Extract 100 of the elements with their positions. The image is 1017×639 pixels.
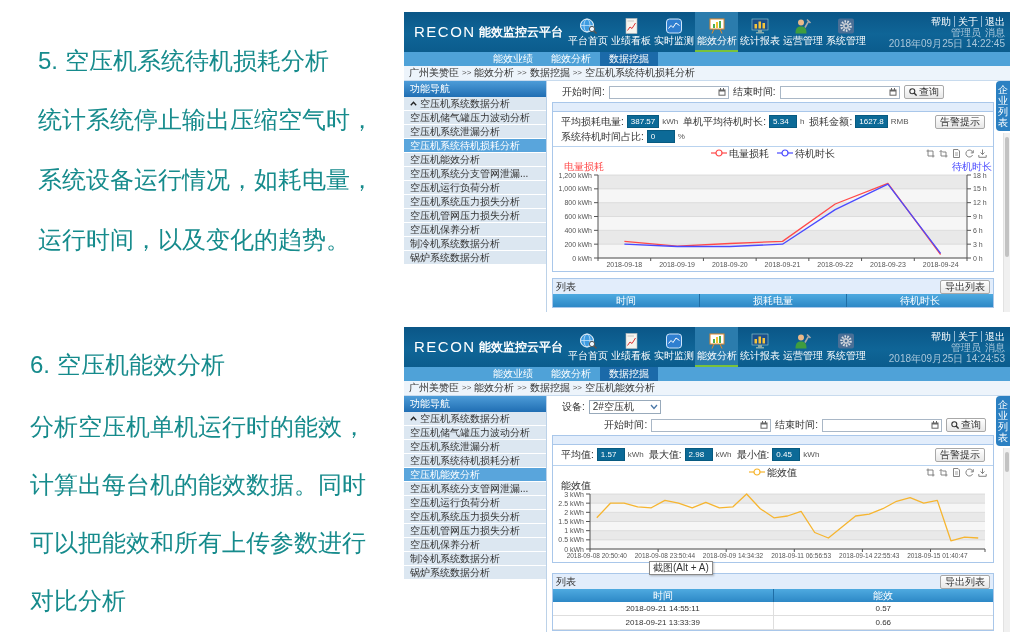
date-field[interactable] bbox=[822, 418, 942, 432]
legend-item[interactable]: 能效值 bbox=[749, 466, 797, 478]
document-icon[interactable] bbox=[952, 148, 961, 158]
search-button[interactable]: 查询 bbox=[903, 85, 944, 99]
nav-tab[interactable]: 统计报表 bbox=[738, 12, 781, 52]
breadcrumb-item[interactable]: 空压机系统待机损耗分析 bbox=[585, 67, 696, 79]
nav-tab[interactable]: 业绩看板 bbox=[609, 327, 652, 367]
sidebar-item[interactable]: 空压机运行负荷分析 bbox=[404, 181, 546, 195]
sidebar-item[interactable]: 空压机系统分支管网泄漏... bbox=[404, 482, 546, 496]
crop-icon[interactable] bbox=[926, 467, 935, 477]
device-select[interactable]: 2#空压机 bbox=[588, 400, 661, 414]
download-icon[interactable] bbox=[978, 148, 987, 158]
column-header: 能效 bbox=[772, 589, 993, 602]
header-link[interactable]: 帮助 bbox=[928, 15, 954, 27]
nav-tab[interactable]: 实时监测 bbox=[652, 327, 695, 367]
sidebar-item[interactable]: 空压机系统数据分析 bbox=[404, 97, 546, 111]
side-tab[interactable]: 企业列表 bbox=[996, 81, 1010, 131]
sidebar-item[interactable]: 空压机运行负荷分析 bbox=[404, 496, 546, 510]
gear-icon[interactable] bbox=[836, 18, 855, 34]
header-link[interactable]: 关于 bbox=[954, 330, 981, 342]
header-link[interactable]: 关于 bbox=[954, 15, 981, 27]
sidebar-item[interactable]: 空压机系统压力损失分析 bbox=[404, 195, 546, 209]
scrollbar-thumb[interactable] bbox=[1005, 452, 1009, 472]
sidebar-item[interactable]: 空压机系统泄漏分析 bbox=[404, 440, 546, 454]
breadcrumb-item[interactable]: 空压机能效分析 bbox=[585, 382, 656, 394]
nav-tab[interactable]: 统计报表 bbox=[738, 327, 781, 367]
side-tab[interactable]: 企业列表 bbox=[996, 396, 1010, 446]
nav-tab[interactable]: 平台首页 bbox=[566, 327, 609, 367]
messages-link[interactable]: 消息 bbox=[985, 26, 1005, 38]
nav-tab[interactable]: 运营管理 bbox=[781, 12, 824, 52]
sidebar-item[interactable]: 制冷机系统数据分析 bbox=[404, 237, 546, 251]
download-icon[interactable] bbox=[978, 467, 987, 477]
date-field[interactable] bbox=[779, 85, 900, 99]
nav-tab[interactable]: 能效分析 bbox=[695, 327, 738, 367]
breadcrumb-item[interactable]: 广州美赞臣 bbox=[409, 382, 459, 394]
export-button[interactable]: 导出列表 bbox=[940, 279, 990, 294]
header-link[interactable]: 退出 bbox=[981, 330, 1005, 342]
crop-undo-icon[interactable] bbox=[939, 148, 948, 158]
sidebar-item[interactable]: 空压机系统待机损耗分析 bbox=[404, 454, 546, 468]
alarm-button[interactable]: 告警提示 bbox=[935, 448, 985, 462]
breadcrumb-item[interactable]: 能效分析 bbox=[474, 382, 515, 394]
scrollbar-thumb[interactable] bbox=[1005, 137, 1009, 257]
globe-magnifier-icon[interactable] bbox=[578, 18, 597, 34]
nav-tab[interactable]: 业绩看板 bbox=[609, 12, 652, 52]
sidebar-item[interactable]: 空压机系统压力损失分析 bbox=[404, 510, 546, 524]
refresh-icon[interactable] bbox=[965, 148, 974, 158]
date-field[interactable] bbox=[608, 85, 729, 99]
monitor-chart-icon[interactable] bbox=[750, 333, 769, 349]
sidebar-item[interactable]: 空压机储气罐压力波动分析 bbox=[404, 426, 546, 440]
search-button[interactable]: 查询 bbox=[946, 418, 986, 432]
sidebar-item[interactable]: 空压机管网压力损失分析 bbox=[404, 209, 546, 223]
nav-tab[interactable]: 运营管理 bbox=[781, 327, 824, 367]
legend-item[interactable]: 待机时长 bbox=[777, 147, 835, 159]
nav-tab[interactable]: 平台首页 bbox=[566, 12, 609, 52]
screen-chart-icon[interactable] bbox=[664, 18, 683, 34]
crop-undo-icon[interactable] bbox=[939, 467, 948, 477]
presentation-board-icon[interactable] bbox=[707, 333, 726, 349]
sidebar-item[interactable]: 空压机系统数据分析 bbox=[404, 412, 546, 426]
person-wrench-icon[interactable] bbox=[793, 18, 812, 34]
tooltip: 截图(Alt + A) bbox=[649, 561, 713, 575]
screen-chart-icon[interactable] bbox=[664, 333, 683, 349]
globe-magnifier-icon[interactable] bbox=[578, 333, 597, 349]
sidebar-item[interactable]: 空压机储气罐压力波动分析 bbox=[404, 111, 546, 125]
sidebar-item[interactable]: 空压机保养分析 bbox=[404, 223, 546, 237]
sidebar-item[interactable]: 空压机能效分析 bbox=[404, 153, 546, 167]
breadcrumb-item[interactable]: 数据挖掘 bbox=[529, 382, 570, 394]
gear-icon[interactable] bbox=[836, 333, 855, 349]
subnav-tab[interactable]: 数据挖掘 bbox=[600, 52, 658, 66]
nav-tab[interactable]: 系统管理 bbox=[824, 12, 867, 52]
stat-value: 1627.8 bbox=[855, 115, 888, 128]
nav-tab[interactable]: 能效分析 bbox=[695, 12, 738, 52]
monitor-chart-icon[interactable] bbox=[750, 18, 769, 34]
sidebar-item[interactable]: 空压机管网压力损失分析 bbox=[404, 524, 546, 538]
header-link[interactable]: 退出 bbox=[981, 15, 1005, 27]
axis-title: 电量损耗 bbox=[564, 161, 604, 172]
sidebar-item[interactable]: 制冷机系统数据分析 bbox=[404, 552, 546, 566]
legend-item[interactable]: 电量损耗 bbox=[711, 147, 769, 159]
sidebar-item[interactable]: 空压机系统分支管网泄漏... bbox=[404, 167, 546, 181]
crop-icon[interactable] bbox=[926, 148, 935, 158]
export-button[interactable]: 导出列表 bbox=[940, 574, 990, 589]
slide-heading: 5. 空压机系统待机损耗分析 bbox=[38, 47, 330, 75]
nav-tab[interactable]: 系统管理 bbox=[824, 327, 867, 367]
refresh-icon[interactable] bbox=[965, 467, 974, 477]
person-wrench-icon[interactable] bbox=[793, 333, 812, 349]
breadcrumb-item[interactable]: 数据挖掘 bbox=[529, 67, 570, 79]
messages-link[interactable]: 消息 bbox=[985, 341, 1005, 353]
alarm-button[interactable]: 告警提示 bbox=[935, 115, 985, 129]
breadcrumb-item[interactable]: 广州美赞臣 bbox=[409, 67, 459, 79]
document-icon[interactable] bbox=[952, 467, 961, 477]
sidebar-item[interactable]: 空压机保养分析 bbox=[404, 538, 546, 552]
sidebar-item[interactable]: 空压机系统泄漏分析 bbox=[404, 125, 546, 139]
date-field[interactable] bbox=[651, 418, 772, 432]
header-link[interactable]: 帮助 bbox=[928, 330, 954, 342]
presentation-board-icon[interactable] bbox=[707, 18, 726, 34]
field-label: 设备: bbox=[562, 400, 585, 414]
sidebar-item[interactable]: 锅炉系统数据分析 bbox=[404, 566, 546, 580]
breadcrumb-item[interactable]: 能效分析 bbox=[474, 67, 515, 79]
subnav-tab[interactable]: 数据挖掘 bbox=[600, 367, 658, 381]
nav-tab[interactable]: 实时监测 bbox=[652, 12, 695, 52]
sidebar-item[interactable]: 锅炉系统数据分析 bbox=[404, 251, 546, 265]
